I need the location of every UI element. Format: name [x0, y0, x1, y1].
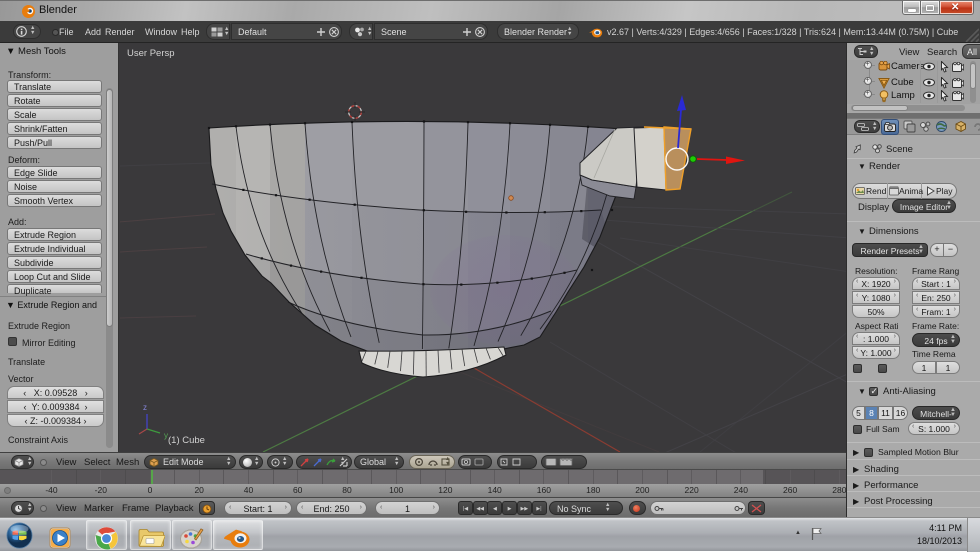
svg-text:(1) Cube: (1) Cube: [168, 435, 205, 446]
svg-text:User Persp: User Persp: [127, 48, 175, 59]
svg-text:z: z: [143, 403, 147, 412]
